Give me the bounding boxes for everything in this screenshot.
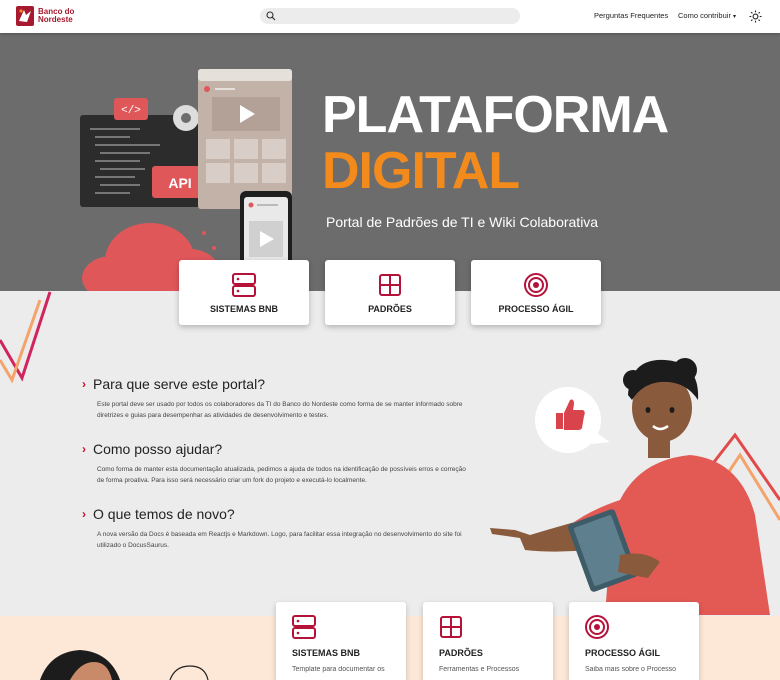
nav-dropdown-contribute-label: Como contribuir (678, 11, 731, 20)
chevron-right-icon: › (82, 377, 86, 391)
card-label: PROCESSO ÁGIL (498, 304, 574, 314)
server-icon (232, 273, 256, 297)
server-icon (292, 615, 316, 639)
target-icon (524, 273, 548, 297)
faq-item: › O que temos de novo? A nova versão da … (82, 506, 467, 551)
zigzag-decoration (0, 291, 52, 384)
card-padroes-detail[interactable]: PADRÕES Ferramentas e Processos (423, 602, 553, 680)
nav-link-faq[interactable]: Perguntas Frequentes (594, 11, 668, 20)
grid-icon (440, 616, 462, 638)
card-description: Template para documentar os (292, 666, 385, 673)
hero-title-line-2: DIGITAL (322, 142, 520, 200)
faq-question-text: Como posso ajudar? (93, 441, 223, 457)
faq-question[interactable]: › O que temos de novo? (82, 506, 467, 522)
navbar: Banco do Nordeste Perguntas Frequentes C… (0, 0, 780, 33)
faq-item: › Para que serve este portal? Este porta… (82, 376, 467, 421)
search-input[interactable] (260, 8, 520, 24)
code-tag-text: </> (121, 105, 141, 117)
card-label: PADRÕES (368, 304, 412, 314)
person-partial-illustration (40, 650, 209, 680)
card-padroes[interactable]: PADRÕES (325, 260, 455, 325)
chevron-down-icon: ▾ (732, 14, 736, 20)
person-with-tablet-illustration (490, 358, 780, 615)
chevron-right-icon: › (82, 507, 86, 521)
hero-title-line-1: PLATAFORMA (322, 86, 669, 144)
logo-text: Banco do Nordeste (38, 8, 74, 24)
thumbs-up-bubble (535, 387, 610, 453)
faq-answer: A nova versão da Docs é baseada em React… (97, 531, 462, 549)
api-badge-text: API (168, 175, 191, 191)
code-window-illustration: </> API (80, 98, 213, 207)
nav-dropdown-contribute[interactable]: Como contribuir ▾ (678, 11, 736, 20)
theme-toggle-sun-icon[interactable] (749, 10, 762, 23)
faq-question-text: Para que serve este portal? (93, 376, 265, 392)
faq-item: › Como posso ajudar? Como forma de mante… (82, 441, 467, 486)
card-label: SISTEMAS BNB (209, 304, 278, 314)
logo-link[interactable]: Banco do Nordeste (16, 5, 74, 27)
card-processo-agil-detail[interactable]: PROCESSO ÁGIL Saiba mais sobre o Process… (569, 602, 699, 680)
chevron-right-icon: › (82, 442, 86, 456)
target-icon (585, 615, 609, 639)
hero-illustration: </> API (80, 69, 292, 291)
card-title: SISTEMAS BNB (292, 648, 361, 658)
faq-question-text: O que temos de novo? (93, 506, 235, 522)
faq-answer: Como forma de manter esta documentação a… (97, 466, 466, 484)
logo-line-2: Nordeste (38, 15, 73, 24)
bnb-logo-icon (16, 6, 34, 26)
search-icon (266, 11, 276, 21)
card-sistemas-bnb-detail[interactable]: SISTEMAS BNB Template para documentar os (276, 602, 406, 680)
faq-question[interactable]: › Como posso ajudar? (82, 441, 467, 457)
card-description: Saiba mais sobre o Processo (585, 666, 677, 673)
grid-icon (379, 274, 401, 296)
hero-subtitle: Portal de Padrões de TI e Wiki Colaborat… (326, 214, 599, 230)
card-sistemas-bnb[interactable]: SISTEMAS BNB (179, 260, 309, 325)
card-description: Ferramentas e Processos (439, 666, 520, 673)
faq-question[interactable]: › Para que serve este portal? (82, 376, 467, 392)
card-title: PADRÕES (439, 648, 483, 658)
browser-window-illustration (198, 69, 292, 209)
faq-answer: Este portal deve ser usado por todos os … (97, 401, 463, 419)
card-processo-agil[interactable]: PROCESSO ÁGIL (471, 260, 601, 325)
hero-banner: </> API PLATAFORMA DIGITAL Portal de Pad… (0, 33, 780, 291)
card-title: PROCESSO ÁGIL (585, 648, 661, 658)
